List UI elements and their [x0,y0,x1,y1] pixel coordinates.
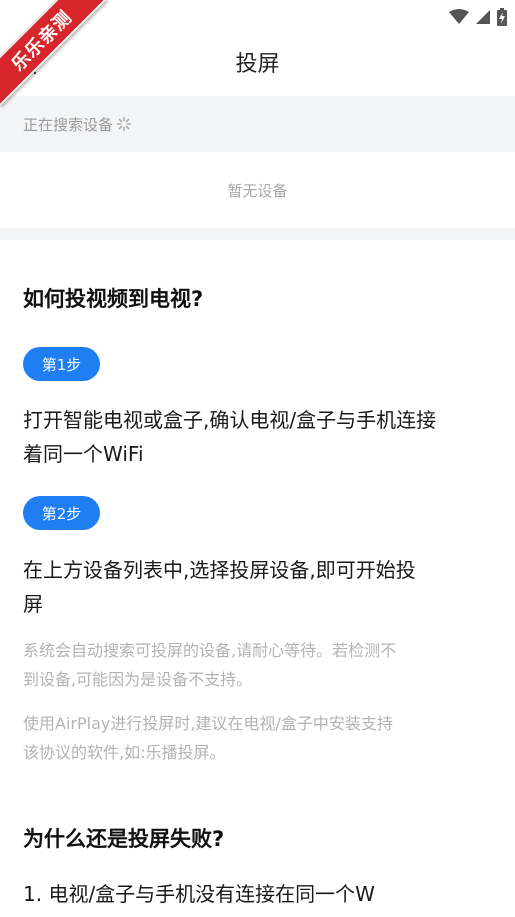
help-title: 如何投视频到电视? [23,287,204,311]
section-divider [0,228,515,240]
empty-device-list: 暂无设备 [0,152,515,228]
fail-title: 为什么还是投屏失败? [23,827,225,851]
note-2-line-2: 该协议的软件,如:乐播投屏。 [23,743,226,762]
cast-screen-page: 乐乐亲测 投屏 正在搜索设备 暂无设备 如何投视频到电视? 第1步 打开智能电视… [0,0,515,917]
step-2-line-2: 屏 [23,592,43,616]
step-1-line-1: 打开智能电视或盒子,确认电视/盒子与手机连接 [23,408,437,432]
step-2-description: 在上方设备列表中,选择投屏设备,即可开始投 屏 [23,553,495,621]
step-1-line-2: 着同一个WiFi [23,442,144,466]
note-2-line-1: 使用AirPlay进行投屏时,建议在电视/盒子中安装支持 [23,714,393,733]
note-airplay: 使用AirPlay进行投屏时,建议在电视/盒子中安装支持 该协议的软件,如:乐播… [23,709,495,767]
note-1-line-2: 到设备,可能因为是设备不支持。 [23,670,253,689]
note-auto-search: 系统会自动搜索可投屏的设备,请耐心等待。若检测不 到设备,可能因为是设备不支持。 [23,636,495,694]
note-1-line-1: 系统会自动搜索可投屏的设备,请耐心等待。若检测不 [23,641,397,660]
step-1-description: 打开智能电视或盒子,确认电视/盒子与手机连接 着同一个WiFi [23,403,495,471]
watermark-ribbon: 乐乐亲测 [0,0,110,110]
loading-spinner-icon [116,116,132,132]
status-icons [449,7,507,27]
signal-icon [476,10,490,24]
watermark-text: 乐乐亲测 [7,6,77,76]
fail-item-1: 1. 电视/盒子与手机没有连接在同一个W [23,882,375,906]
step-2-line-1: 在上方设备列表中,选择投屏设备,即可开始投 [23,558,416,582]
battery-icon [497,8,507,26]
step-2-badge: 第2步 [23,496,100,530]
searching-label: 正在搜索设备 [23,115,114,134]
wifi-icon [449,9,469,24]
step-1-badge: 第1步 [23,347,100,381]
